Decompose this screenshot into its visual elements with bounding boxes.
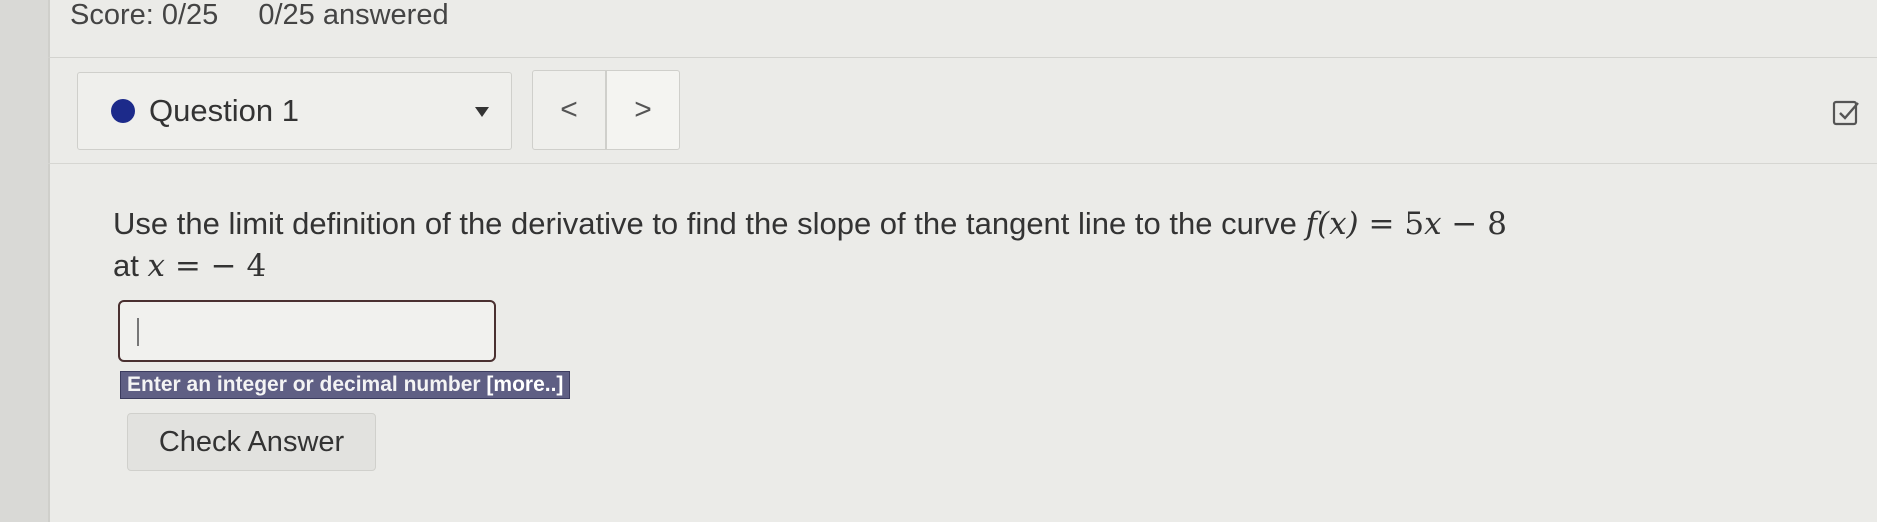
caret-down-icon bbox=[475, 107, 489, 117]
question-status-dot bbox=[111, 99, 135, 123]
question-prompt: Use the limit definition of the derivati… bbox=[113, 206, 1306, 241]
text-cursor bbox=[137, 318, 139, 346]
chevron-left-icon: < bbox=[560, 93, 578, 126]
score-text: Score: 0/25 bbox=[70, 0, 219, 31]
point-expression: x = − 4 bbox=[147, 248, 267, 284]
checklist-icon[interactable] bbox=[1831, 98, 1861, 128]
check-answer-button[interactable]: Check Answer bbox=[127, 413, 376, 471]
question-selector-label: Question 1 bbox=[149, 93, 299, 128]
answered-count: 0/25 answered bbox=[258, 0, 449, 31]
next-question-button[interactable]: > bbox=[606, 70, 680, 150]
divider-top bbox=[48, 57, 1877, 58]
score-bar: Score: 0/25 0/25 answered bbox=[70, 0, 449, 31]
question-selector[interactable]: Question 1 bbox=[77, 72, 512, 150]
divider-question bbox=[48, 163, 1877, 164]
chevron-right-icon: > bbox=[634, 93, 652, 126]
answer-format-hint: Enter an integer or decimal number [more… bbox=[120, 371, 571, 399]
hint-text: Enter an integer or decimal number bbox=[127, 373, 487, 396]
question-line-2: at x = − 4 bbox=[113, 248, 267, 284]
previous-question-button[interactable]: < bbox=[532, 70, 606, 150]
question-line-1: Use the limit definition of the derivati… bbox=[113, 203, 1713, 245]
more-link[interactable]: [more..] bbox=[486, 373, 563, 396]
question-text: Use the limit definition of the derivati… bbox=[113, 203, 1713, 287]
function-expression: f(x) = 5x − 8 bbox=[1305, 206, 1507, 242]
answer-input[interactable] bbox=[118, 300, 496, 362]
